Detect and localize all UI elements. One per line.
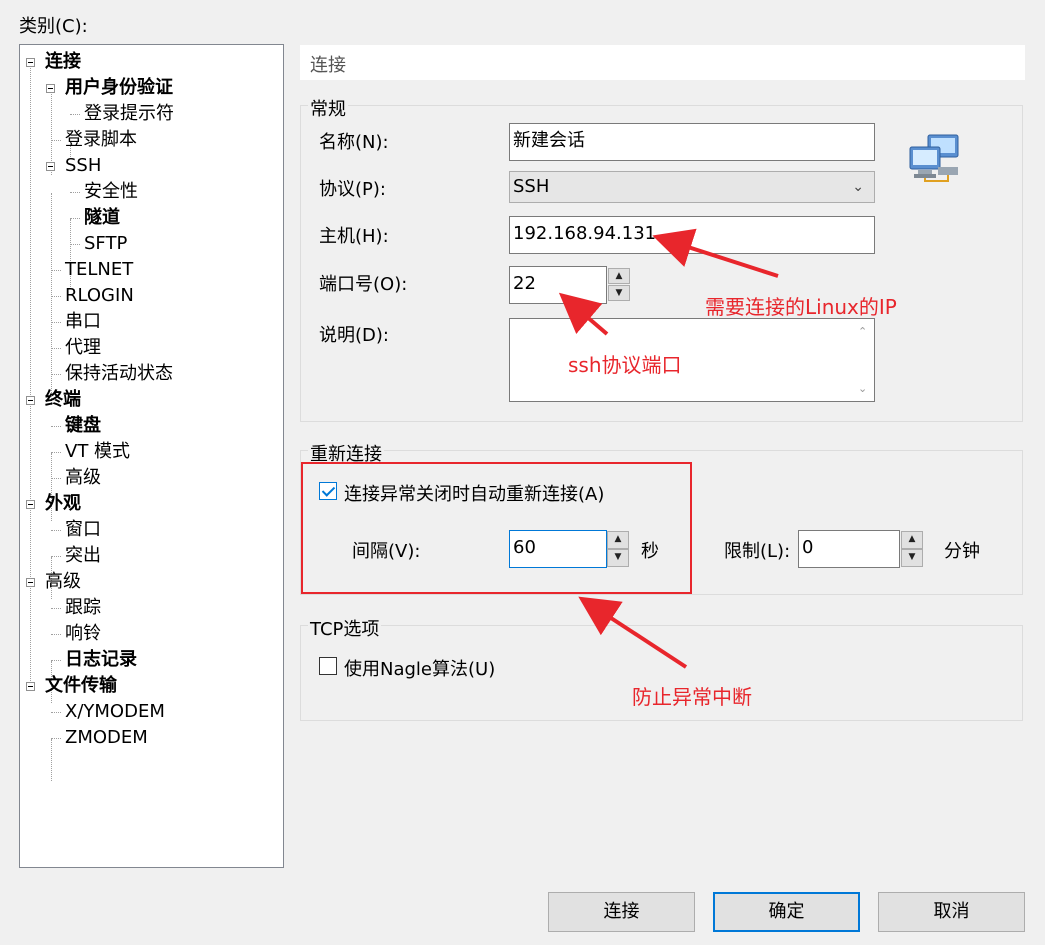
ok-button[interactable]: 确定	[713, 892, 860, 932]
cancel-button[interactable]: 取消	[878, 892, 1025, 932]
annotation-arrows	[558, 228, 779, 669]
arrow-to-reconnect	[578, 596, 688, 669]
arrow-to-host	[652, 228, 779, 278]
connect-button[interactable]: 连接	[548, 892, 695, 932]
arrow-to-port	[558, 292, 609, 336]
